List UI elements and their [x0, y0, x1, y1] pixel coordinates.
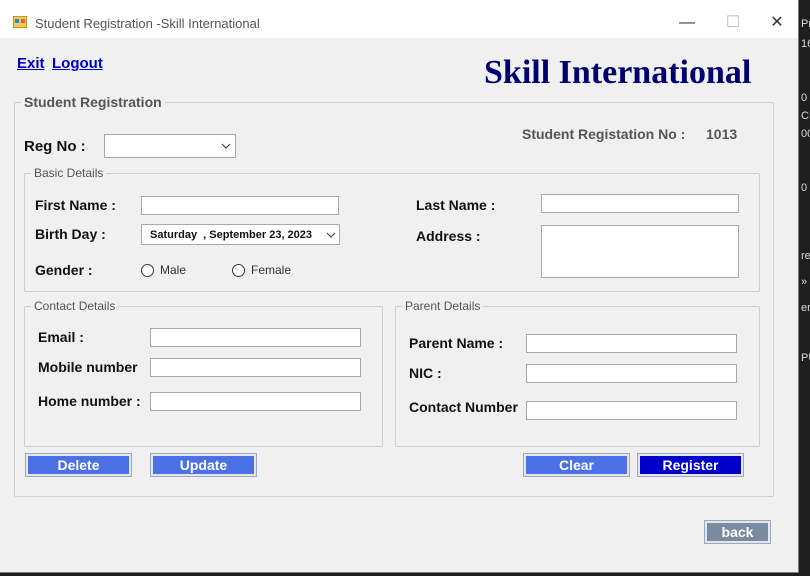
minimize-button[interactable]: — [664, 10, 710, 36]
email-label: Email : [38, 329, 84, 345]
register-button[interactable]: Register [637, 453, 744, 477]
logout-link[interactable]: Logout [52, 55, 103, 72]
last-name-label: Last Name : [416, 197, 496, 213]
nic-input[interactable] [526, 364, 737, 383]
side-text: CP [801, 110, 810, 122]
close-button[interactable]: ✕ [754, 10, 800, 36]
mobile-number-input[interactable] [150, 358, 361, 377]
registration-no-caption: Student Registation No : [522, 126, 686, 142]
nic-label: NIC : [409, 365, 442, 381]
basic-details-legend: Basic Details [34, 166, 104, 180]
email-input[interactable] [150, 328, 361, 347]
birth-day-value: Saturday , September 23, 2023 [150, 229, 313, 241]
reg-no-combobox[interactable] [104, 134, 236, 158]
contact-number-input[interactable] [526, 401, 737, 420]
contact-number-label: Contact Number [409, 399, 518, 415]
side-text: 0 [801, 182, 808, 194]
female-label: Female [251, 263, 292, 277]
side-text: » [801, 276, 808, 288]
background-window-edge: Pr 16 0 CP 00 0 ret » er PU [799, 0, 810, 576]
app-window-icon [13, 16, 27, 28]
home-number-label: Home number : [38, 393, 141, 409]
parent-details-legend: Parent Details [405, 299, 481, 313]
delete-button[interactable]: Delete [25, 453, 132, 477]
side-text: 00 [801, 128, 810, 140]
home-number-input[interactable] [150, 392, 361, 411]
first-name-input[interactable] [141, 196, 339, 215]
exit-link[interactable]: Exit [17, 55, 45, 72]
brand-title: Skill International [484, 54, 752, 91]
first-name-label: First Name : [35, 197, 116, 213]
app-window: Student Registration -Skill Internationa… [0, 0, 799, 573]
side-text: 16 [801, 38, 810, 50]
female-radio[interactable] [232, 264, 245, 277]
registration-no-value: 1013 [706, 126, 738, 142]
update-button[interactable]: Update [150, 453, 257, 477]
clear-button[interactable]: Clear [523, 453, 630, 477]
male-radio[interactable] [141, 264, 154, 277]
birth-day-label: Birth Day : [35, 226, 106, 242]
side-text: er [801, 302, 810, 314]
contact-details-legend: Contact Details [34, 299, 116, 313]
window-title: Student Registration -Skill Internationa… [35, 16, 260, 31]
reg-no-label: Reg No : [24, 138, 86, 155]
side-text: 0 [801, 92, 808, 104]
back-button[interactable]: back [704, 520, 771, 544]
student-registration-legend: Student Registration [24, 94, 162, 110]
chevron-down-icon [326, 232, 336, 238]
last-name-input[interactable] [541, 194, 739, 213]
address-textarea[interactable] [541, 225, 739, 278]
maximize-button[interactable]: ☐ [710, 10, 756, 36]
chevron-down-icon [221, 143, 231, 149]
title-bar: Student Registration -Skill Internationa… [0, 0, 798, 38]
parent-name-label: Parent Name : [409, 335, 504, 351]
address-label: Address : [416, 228, 481, 244]
side-text: ret [801, 250, 810, 262]
gender-label: Gender : [35, 262, 93, 278]
mobile-number-label: Mobile number [38, 359, 138, 375]
birth-day-picker[interactable]: Saturday , September 23, 2023 [141, 224, 340, 245]
side-text: Pr [801, 18, 810, 30]
male-label: Male [160, 263, 187, 277]
side-text: PU [801, 352, 810, 364]
parent-name-input[interactable] [526, 334, 737, 353]
